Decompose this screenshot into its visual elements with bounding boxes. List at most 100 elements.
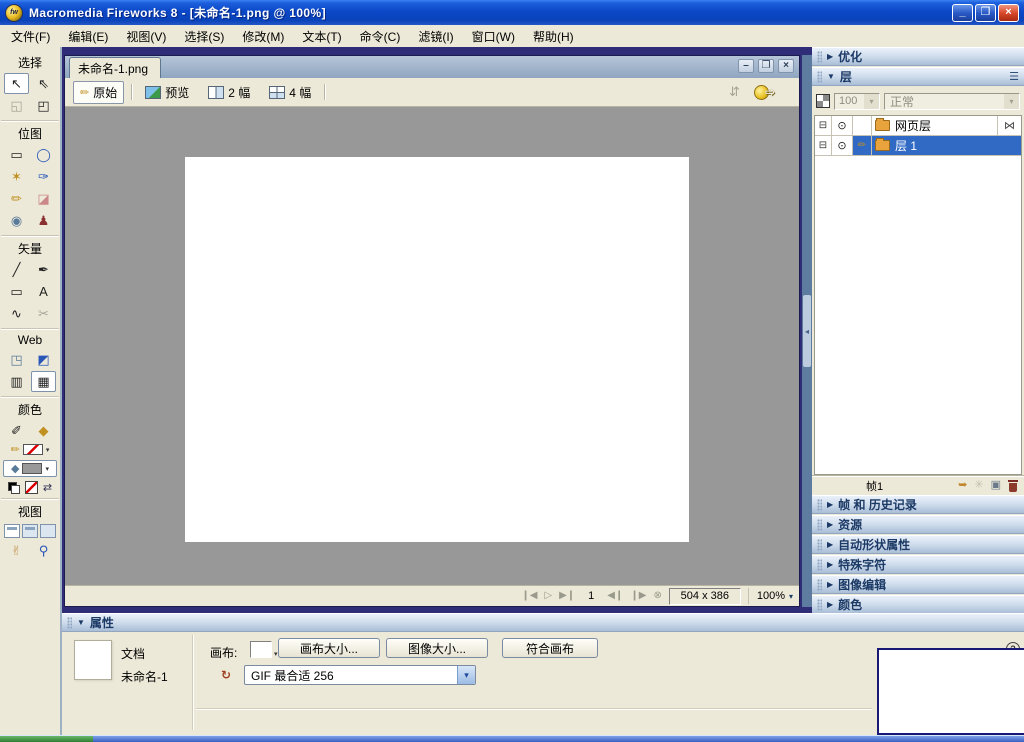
layers-options-menu-icon[interactable]: ☰ <box>1009 70 1019 83</box>
play-button[interactable]: ▷ <box>544 591 552 601</box>
export-format-dropdown[interactable]: GIF 最合适 256 ▾ <box>244 665 476 685</box>
magic-wand-tool[interactable]: ✶ <box>4 166 29 187</box>
web-layer-item[interactable]: 网页层 <box>872 116 997 135</box>
text-tool[interactable]: A <box>31 281 56 302</box>
panel-header-frames-history[interactable]: ▶ 帧 和 历史记录 <box>812 495 1024 514</box>
preview-view-button[interactable]: 预览 <box>139 82 195 103</box>
freeform-tool[interactable]: ∿ <box>4 303 29 324</box>
menu-item-filters[interactable]: 滤镜(I) <box>409 25 462 48</box>
doc-minimize-button[interactable]: – <box>738 59 754 73</box>
layer-list: ⊟ ⊙ 网页层 ⋈ ⊟ ⊙ ✏ <box>814 115 1022 475</box>
hand-tool[interactable]: ✌ <box>4 540 29 561</box>
doc-restore-button[interactable]: ❐ <box>758 59 774 73</box>
original-view-button[interactable]: ✏ 原始 <box>73 81 124 104</box>
swap-colors-button[interactable]: ⇄ <box>43 481 52 494</box>
crop-tool[interactable]: ◰ <box>31 95 56 116</box>
fill-color-well[interactable] <box>22 463 42 474</box>
page-up-down-icon[interactable]: ⇵ <box>729 84 740 100</box>
panel-header-layers[interactable]: ▼ 层 ☰ <box>812 67 1024 86</box>
hotspot-tool[interactable]: ◳ <box>4 349 29 370</box>
menu-item-commands[interactable]: 命令(C) <box>351 25 410 48</box>
fit-canvas-button[interactable]: 符合画布 <box>502 638 598 658</box>
panel-header-special-characters[interactable]: ▶ 特殊字符 <box>812 555 1024 574</box>
panel-header-auto-shape[interactable]: ▶ 自动形状属性 <box>812 535 1024 554</box>
canvas-color-swatch[interactable] <box>250 641 272 658</box>
fullscreen-with-menus-mode-button[interactable] <box>22 524 38 538</box>
document-canvas[interactable] <box>185 157 689 542</box>
no-stroke-fill-button[interactable] <box>25 481 38 494</box>
panel-header-properties[interactable]: ▼ 属性 <box>62 613 1024 632</box>
menu-item-window[interactable]: 窗口(W) <box>463 25 524 48</box>
splitter-collapse-handle[interactable]: ◂ <box>803 295 811 367</box>
menu-item-text[interactable]: 文本(T) <box>293 25 350 48</box>
line-tool[interactable]: ╱ <box>4 259 29 280</box>
delete-layer-button[interactable] <box>1008 480 1018 492</box>
show-slices-button[interactable]: ▦ <box>31 371 56 392</box>
eyedropper-tool[interactable]: ✐ <box>4 420 29 441</box>
menu-item-modify[interactable]: 修改(M) <box>233 25 293 48</box>
web-layer-row[interactable]: ⊟ ⊙ 网页层 ⋈ <box>815 116 1021 136</box>
panel-header-assets[interactable]: ▶ 资源 <box>812 515 1024 534</box>
expand-layer-icon[interactable]: ⊟ <box>815 136 832 155</box>
loop-playback-button[interactable]: ⊗ <box>653 591 661 601</box>
select-behind-tool[interactable]: ◱ <box>4 95 29 116</box>
quick-export-button[interactable]: ⇨ <box>754 85 775 100</box>
next-frame-button[interactable]: ❙▶ <box>630 591 646 601</box>
export-format-value: GIF 最合适 256 <box>245 667 457 684</box>
four-up-view-button[interactable]: 4 幅 <box>263 82 317 103</box>
pen-tool[interactable]: ✒ <box>31 259 56 280</box>
menu-item-help[interactable]: 帮助(H) <box>524 25 583 48</box>
eraser-tool[interactable]: ◪ <box>31 188 56 209</box>
subselection-tool[interactable]: ⇖ <box>31 73 56 94</box>
default-colors-button[interactable] <box>8 482 20 494</box>
expand-layer-icon[interactable]: ⊟ <box>815 116 832 135</box>
rubber-stamp-tool[interactable]: ♟ <box>31 210 56 231</box>
layers-frame-bar: 帧1 ➥ ✳ ▣ <box>812 475 1024 495</box>
stroke-color-well[interactable] <box>23 444 43 455</box>
rectangle-tool[interactable]: ▭ <box>4 281 29 302</box>
paint-bucket-tool[interactable]: ◆ <box>31 420 56 441</box>
layer-1-row[interactable]: ⊟ ⊙ ✏ 层 1 <box>815 136 1021 156</box>
blur-tool[interactable]: ◉ <box>4 210 29 231</box>
image-size-button[interactable]: 图像大小... <box>386 638 488 658</box>
panel-header-colors[interactable]: ▶ 颜色 <box>812 595 1024 614</box>
menu-item-select[interactable]: 选择(S) <box>175 25 233 48</box>
panel-splitter[interactable]: ◂ <box>802 55 812 607</box>
lasso-tool[interactable]: ◯ <box>31 144 56 165</box>
knife-tool[interactable]: ✂ <box>31 303 56 324</box>
panel-header-optimize[interactable]: ▶ 优化 <box>812 47 1024 66</box>
menu-item-file[interactable]: 文件(F) <box>2 25 59 48</box>
last-frame-button[interactable]: ▶❙ <box>559 591 575 601</box>
minimize-button[interactable]: _ <box>952 4 973 22</box>
doc-close-button[interactable]: × <box>778 59 794 73</box>
zoom-tool[interactable]: ⚲ <box>31 540 56 561</box>
distribute-to-frames-icon[interactable]: ➥ <box>958 480 967 491</box>
fullscreen-mode-button[interactable] <box>40 524 56 538</box>
layer-opacity-field[interactable]: 100 ▾ <box>834 93 880 110</box>
zoom-level-dropdown[interactable]: 100% ▾ <box>748 588 793 604</box>
layer-1-visibility-toggle[interactable]: ⊙ <box>832 136 853 155</box>
restore-button[interactable]: ❐ <box>975 4 996 22</box>
current-frame-label: 帧1 <box>866 478 883 494</box>
first-frame-button[interactable]: ❙◀ <box>521 591 537 601</box>
slice-tool[interactable]: ◩ <box>31 349 56 370</box>
two-up-view-button[interactable]: 2 幅 <box>202 82 256 103</box>
new-bitmap-image-button[interactable]: ▣ <box>991 480 1001 491</box>
menu-item-view[interactable]: 视图(V) <box>117 25 175 48</box>
document-tab[interactable]: 未命名-1.png <box>69 57 161 78</box>
standard-screen-mode-button[interactable] <box>4 524 20 538</box>
auto-shape-panel-title: 自动形状属性 <box>838 536 910 553</box>
pointer-tool[interactable]: ↖ <box>4 73 29 94</box>
close-button[interactable]: × <box>998 4 1019 22</box>
brush-tool[interactable]: ✑ <box>31 166 56 187</box>
panel-header-image-editing[interactable]: ▶ 图像编辑 <box>812 575 1024 594</box>
blend-mode-dropdown[interactable]: 正常 ▾ <box>884 93 1020 110</box>
web-layer-visibility-toggle[interactable]: ⊙ <box>832 116 853 135</box>
previous-frame-button[interactable]: ◀❙ <box>607 591 623 601</box>
hide-slices-button[interactable]: ▥ <box>4 371 29 392</box>
layer-1-item[interactable]: 层 1 <box>872 136 1021 155</box>
pencil-tool[interactable]: ✏ <box>4 188 29 209</box>
canvas-size-button[interactable]: 画布大小... <box>278 638 380 658</box>
menu-item-edit[interactable]: 编辑(E) <box>59 25 117 48</box>
marquee-tool[interactable]: ▭ <box>4 144 29 165</box>
